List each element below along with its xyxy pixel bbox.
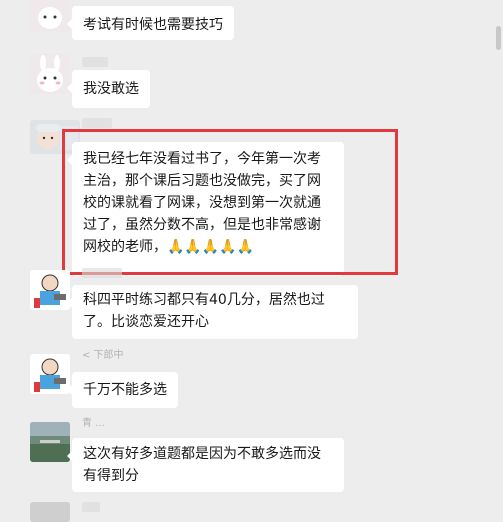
sender-name: < 下郎中 xyxy=(82,350,124,361)
avatar[interactable] xyxy=(30,502,70,522)
message-bubble[interactable]: 考试有时候也需要技巧 xyxy=(67,6,234,40)
message-bubble[interactable]: 我没敢选 xyxy=(67,70,150,108)
bunny-avatar-icon[interactable] xyxy=(30,54,70,94)
sender-name xyxy=(82,268,122,278)
sender-name xyxy=(82,57,108,67)
chat-window: 考试有时候也需要技巧 我没敢选 我已经七年没看过书了，今年第一次考主治，那个课后… xyxy=(0,0,503,522)
sender-name: 青 ... xyxy=(82,418,105,429)
message-bubble[interactable]: 千万不能多选 xyxy=(67,372,178,408)
landscape-avatar-icon[interactable] xyxy=(30,422,70,462)
message-bubble[interactable]: 我已经七年没看过书了，今年第一次考主治，那个课后习题也没做完，买了网校的课就看了… xyxy=(67,142,344,276)
cartoon-avatar-icon[interactable] xyxy=(30,270,70,310)
message-text: 我没敢选 xyxy=(83,81,139,97)
pray-emoji-icon: 🙏🙏🙏🙏🙏 xyxy=(167,239,255,255)
message-bubble[interactable]: 科四平时练习都只有40几分，居然也过了。比谈恋爱还开心 xyxy=(67,285,358,339)
bunny-avatar-icon[interactable] xyxy=(30,0,70,32)
scrollbar[interactable] xyxy=(496,26,501,50)
message-text: 考试有时候也需要技巧 xyxy=(83,17,223,33)
sender-name xyxy=(82,118,112,128)
message-text: 科四平时练习都只有40几分，居然也过了。比谈恋爱还开心 xyxy=(83,292,325,330)
sender-name xyxy=(82,502,100,512)
cartoon-avatar-icon[interactable] xyxy=(30,354,70,394)
message-text: 千万不能多选 xyxy=(83,382,167,398)
message-text: 这次有好多道题都是因为不敢多选而没有得到分 xyxy=(83,446,321,484)
message-bubble[interactable]: 这次有好多道题都是因为不敢多选而没有得到分 xyxy=(67,438,344,492)
